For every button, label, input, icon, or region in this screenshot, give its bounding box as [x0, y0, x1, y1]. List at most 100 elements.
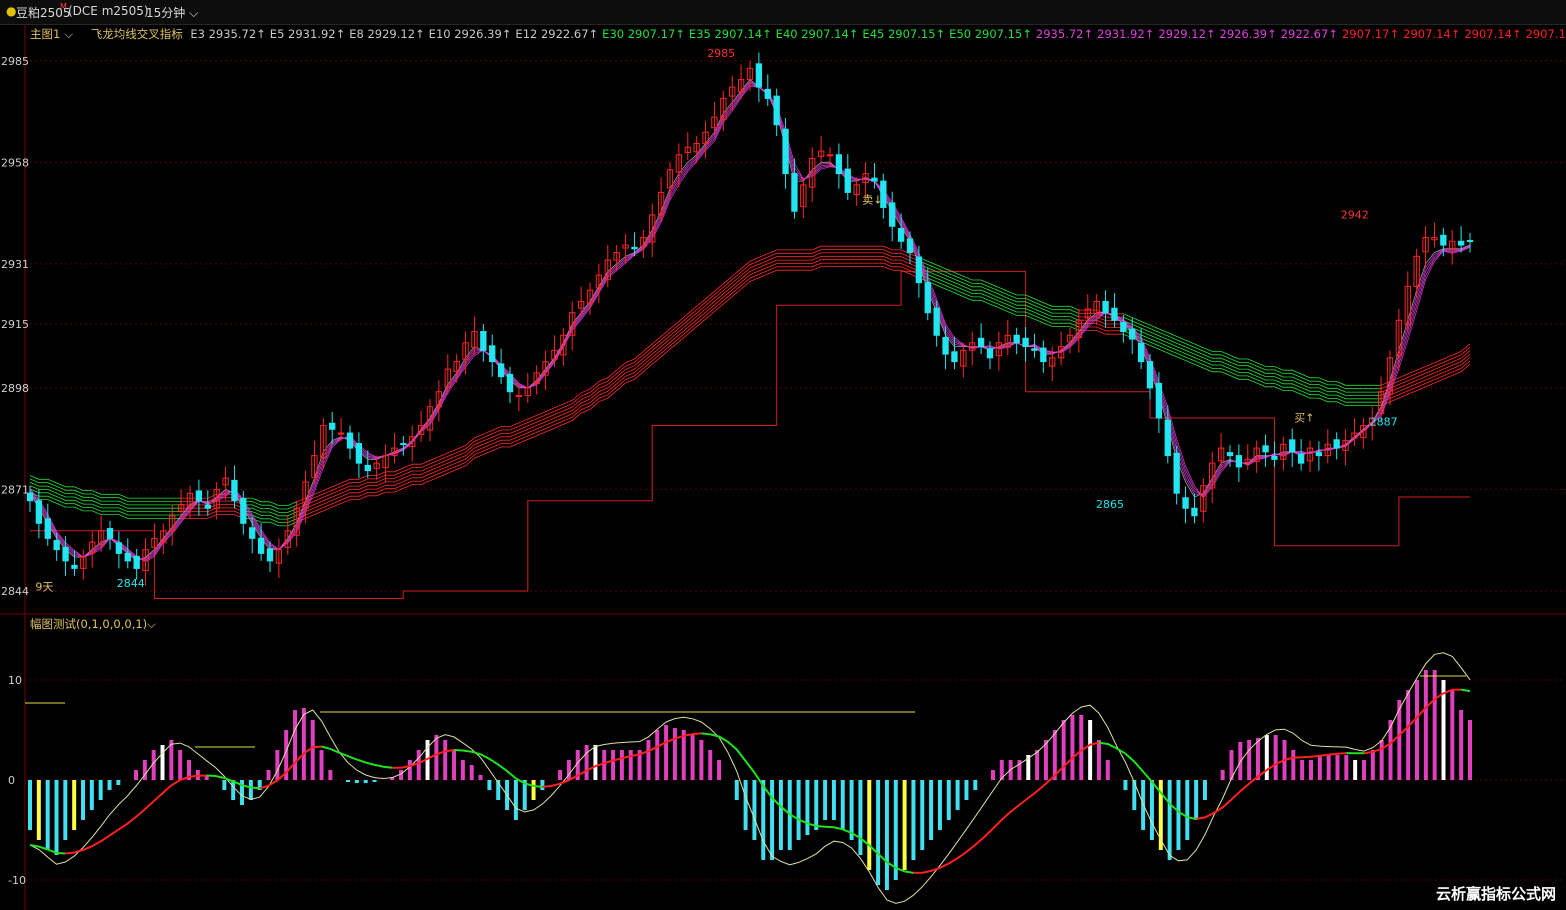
price-annotation: 2887	[1370, 415, 1398, 428]
candle-body	[1013, 334, 1020, 344]
y-tick-label-6: 2985	[1, 55, 29, 68]
candle-body	[26, 492, 34, 502]
candle-body	[346, 432, 354, 449]
candle-body	[942, 337, 949, 355]
candle-body	[897, 227, 905, 242]
candle-body	[1191, 507, 1198, 517]
y-tick-label-4: 2931	[1, 258, 29, 271]
candle-body	[1289, 439, 1296, 453]
candle-body	[906, 238, 914, 254]
candle-body	[915, 256, 923, 284]
candle-body	[44, 518, 51, 539]
candle-body	[1226, 452, 1234, 457]
candle-body	[773, 95, 780, 126]
sub-y-tick-label-0: -10	[8, 874, 26, 887]
candle-body	[1457, 240, 1465, 246]
candle-body	[195, 490, 203, 502]
candle-body	[889, 202, 896, 227]
price-annotation: 2865	[1096, 498, 1124, 511]
candle-body	[986, 348, 994, 359]
fast-ma-line-1	[29, 80, 1471, 561]
price-annotation: 买↑	[1294, 412, 1314, 425]
watermark: 云析赢指标公式网	[1435, 885, 1556, 903]
candle-body	[1262, 445, 1269, 453]
candle-body	[355, 443, 363, 464]
candle-body	[835, 154, 843, 175]
sub-y-tick-label-1: 0	[8, 774, 15, 787]
candle-body	[1155, 382, 1163, 419]
candle-body	[266, 548, 274, 562]
price-annotation: 9天	[35, 581, 53, 594]
candle-body	[951, 351, 958, 363]
candle-body	[755, 63, 763, 88]
candle-body	[791, 173, 798, 212]
oscillator-fast-line	[29, 652, 1471, 904]
candle-body	[871, 177, 878, 182]
price-annotation: 2942	[1341, 208, 1369, 221]
candle-body	[1235, 455, 1243, 468]
candle-body	[115, 542, 123, 554]
candle-body	[826, 154, 834, 157]
candle-body	[1120, 321, 1127, 333]
candle-body	[1022, 337, 1029, 348]
candle-body	[1182, 497, 1189, 509]
candle-body	[1102, 300, 1109, 314]
y-tick-label-1: 2871	[1, 483, 29, 496]
candle-body	[124, 552, 131, 562]
candle-body	[764, 88, 771, 99]
candle-body	[631, 246, 638, 250]
candle-body	[1111, 307, 1118, 321]
candle-body	[35, 500, 43, 524]
candle-body	[480, 331, 487, 351]
candle-body	[1164, 419, 1171, 457]
candle-body	[400, 443, 407, 446]
candle-body	[133, 555, 140, 569]
candle-body	[1031, 348, 1038, 351]
candle-body	[497, 363, 505, 378]
oscillator-slow-line	[321, 745, 393, 769]
sub-level-lines	[25, 675, 1466, 748]
candle-body	[844, 168, 851, 193]
candle-body	[71, 564, 78, 569]
candle-body	[329, 422, 336, 430]
oscillator-slow-line	[1098, 741, 1197, 820]
candle-body	[506, 373, 514, 393]
candle-body	[924, 282, 931, 314]
price-annotation: 卖↓	[862, 193, 882, 206]
candle-body	[337, 432, 345, 435]
candle-body	[257, 537, 265, 554]
candle-body	[53, 540, 60, 551]
slow-ma-line	[918, 257, 1080, 311]
candle-body	[364, 464, 371, 472]
y-tick-label-0: 2844	[1, 585, 29, 598]
candle-body	[1040, 347, 1047, 363]
y-tick-label-5: 2958	[1, 156, 29, 169]
candle-body	[1271, 455, 1278, 460]
candle-body	[933, 307, 940, 336]
candle-body	[489, 345, 496, 363]
fast-ma-line-2	[29, 82, 1471, 560]
candle-body	[204, 504, 211, 509]
candle-body	[515, 394, 523, 397]
chart-canvas[interactable]: 2844 2871 2898 2915 2931 2958 2985 -10 0 10 2985 29…	[0, 0, 1566, 910]
y-tick-label-3: 2915	[1, 318, 29, 331]
candle-body	[249, 527, 256, 539]
sub-y-tick-label-2: 10	[8, 674, 22, 687]
candle-body	[977, 337, 985, 348]
y-tick-label-2: 2898	[1, 382, 29, 395]
candle-body	[62, 546, 69, 562]
oscillator-slow-line	[1461, 688, 1471, 693]
candle-body	[231, 479, 238, 502]
candle-body	[1173, 452, 1180, 494]
oscillator-slow-line	[1195, 752, 1347, 820]
candle-body	[782, 128, 789, 175]
support-step-line	[30, 270, 1470, 599]
candle-body	[1137, 343, 1145, 363]
candle-body	[1333, 439, 1340, 449]
price-annotation: 2844	[117, 577, 145, 590]
candle-body	[1315, 452, 1323, 457]
candle-body	[106, 528, 114, 539]
fast-ma-line-0	[29, 79, 1471, 562]
candle-body	[240, 497, 247, 524]
price-annotation: 2985	[707, 47, 735, 60]
